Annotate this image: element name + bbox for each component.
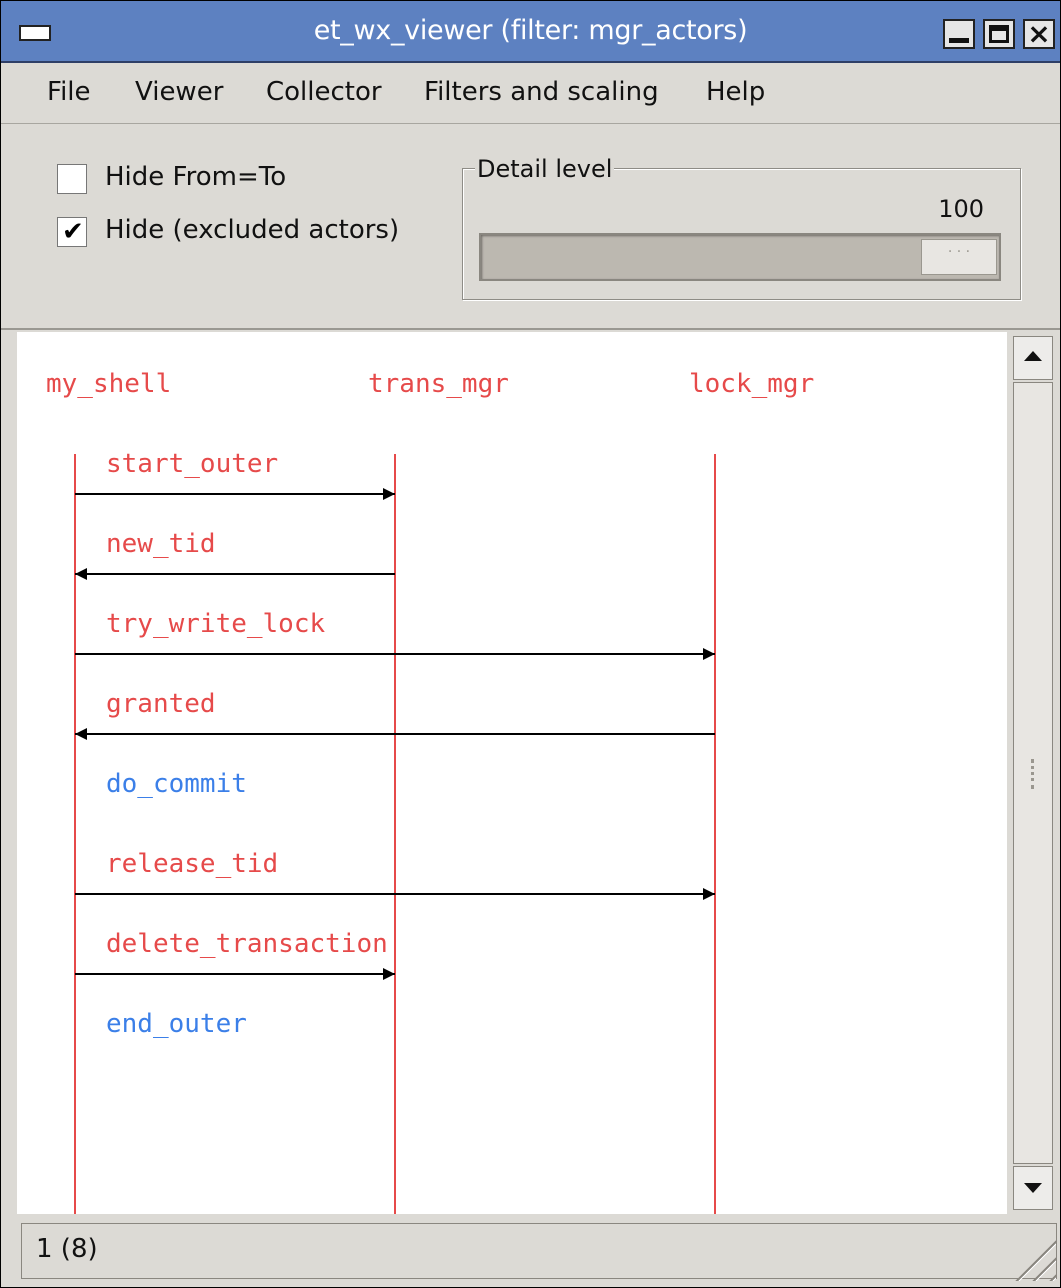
hide-from-to-checkbox[interactable] <box>57 164 87 194</box>
menu-help[interactable]: Help <box>706 77 765 107</box>
event-label-start_outer[interactable]: start_outer <box>106 449 278 479</box>
close-button[interactable]: × <box>1023 19 1055 49</box>
hide-excluded-label[interactable]: Hide (excluded actors) <box>105 215 399 245</box>
event-arrowhead-delete_transaction <box>383 968 395 980</box>
event-label-end_outer[interactable]: end_outer <box>106 1009 247 1039</box>
detail-level-slider[interactable] <box>479 233 1001 281</box>
title-bar[interactable]: et_wx_viewer (filter: mgr_actors) × <box>1 1 1060 63</box>
event-arrowhead-start_outer <box>383 488 395 500</box>
actor-label-trans_mgr[interactable]: trans_mgr <box>368 369 509 399</box>
scroll-down-button[interactable] <box>1013 1166 1053 1210</box>
sequence-diagram-canvas[interactable]: my_shell trans_mgr lock_mgr start_outer new_… <box>17 332 1007 1214</box>
close-icon: × <box>1027 17 1051 50</box>
hide-excluded-checkbox[interactable] <box>57 217 87 247</box>
menu-bar: File Viewer Collector Filters and scalin… <box>1 63 1060 124</box>
detail-level-slider-thumb[interactable] <box>921 239 997 275</box>
event-label-do_commit[interactable]: do_commit <box>106 769 247 799</box>
event-arrowhead-try_write_lock <box>703 648 715 660</box>
sequence-diagram: my_shell trans_mgr lock_mgr start_outer new_… <box>46 369 814 1214</box>
status-field: 1 (8) <box>21 1223 1057 1279</box>
window-title: et_wx_viewer (filter: mgr_actors) <box>313 15 748 46</box>
maximize-button[interactable] <box>983 19 1015 49</box>
menu-file[interactable]: File <box>47 77 91 107</box>
scrollbar-thumb[interactable] <box>1013 382 1053 1164</box>
menu-viewer[interactable]: Viewer <box>135 77 223 107</box>
app-window: et_wx_viewer (filter: mgr_actors) × File… <box>0 0 1061 1288</box>
event-arrowhead-granted <box>75 728 87 740</box>
event-arrowhead-release_tid <box>703 888 715 900</box>
event-label-new_tid[interactable]: new_tid <box>106 529 216 559</box>
event-label-release_tid[interactable]: release_tid <box>106 849 278 879</box>
actor-label-lock_mgr[interactable]: lock_mgr <box>689 369 814 399</box>
menu-filters-and-scaling[interactable]: Filters and scaling <box>424 77 659 107</box>
event-arrowhead-new_tid <box>75 568 87 580</box>
event-label-granted[interactable]: granted <box>106 689 216 719</box>
detail-level-group: Detail level 100 <box>462 155 1021 300</box>
detail-level-value: 100 <box>938 195 984 223</box>
event-label-try_write_lock[interactable]: try_write_lock <box>106 609 325 639</box>
menu-collector[interactable]: Collector <box>266 77 382 107</box>
minimize-button[interactable] <box>943 19 975 49</box>
hide-from-to-label[interactable]: Hide From=To <box>105 162 286 192</box>
controls-panel: Hide From=To Hide (excluded actors) Deta… <box>1 124 1060 330</box>
status-text: 1 (8) <box>36 1234 98 1264</box>
detail-level-legend: Detail level <box>475 155 615 183</box>
status-bar: 1 (8) <box>1 1217 1060 1287</box>
event-label-delete_transaction[interactable]: delete_transaction <box>106 929 388 959</box>
scroll-up-button[interactable] <box>1013 336 1053 380</box>
vertical-scrollbar[interactable] <box>1009 332 1055 1214</box>
actor-label-my_shell[interactable]: my_shell <box>46 369 171 399</box>
